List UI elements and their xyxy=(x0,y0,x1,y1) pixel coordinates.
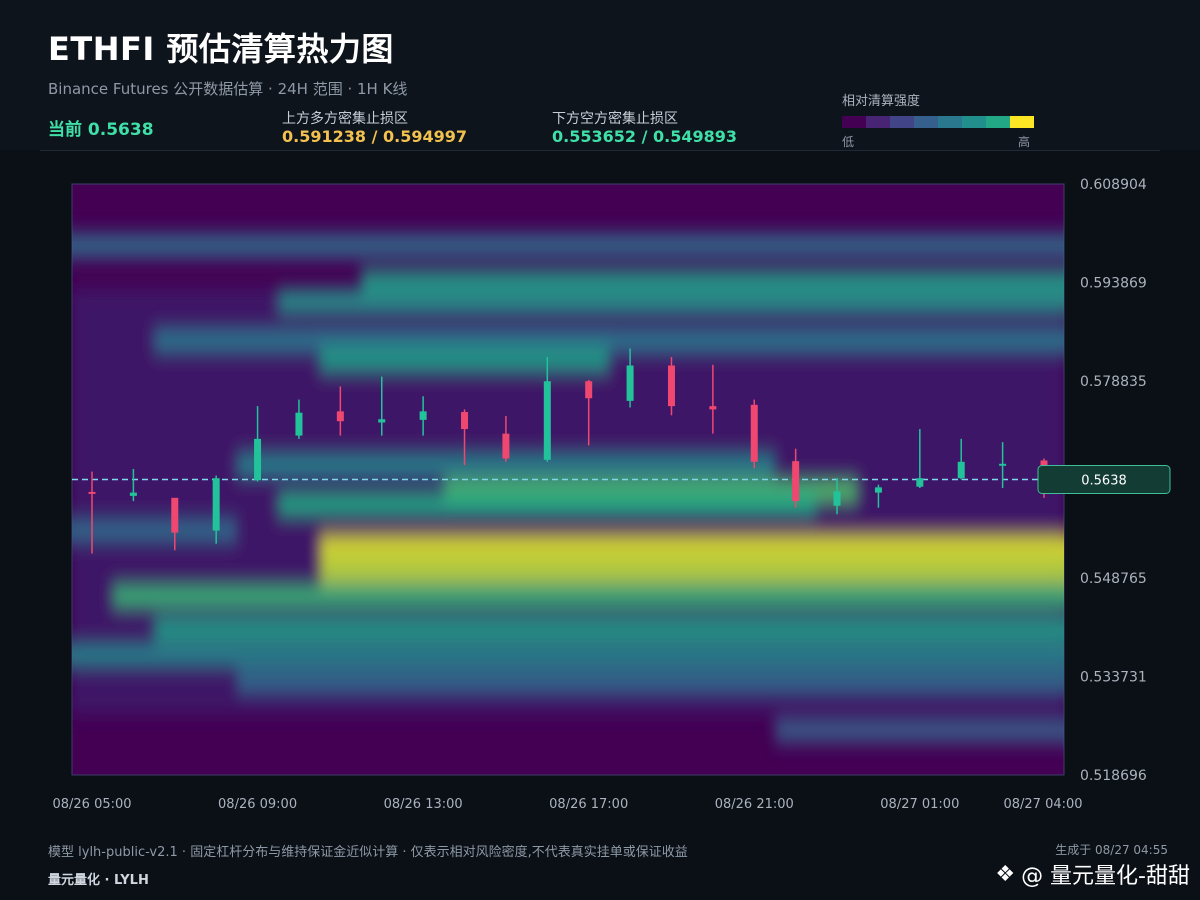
candle-body xyxy=(585,381,593,399)
candle-body xyxy=(626,365,634,401)
footer-brand: 量元量化 · LYLH xyxy=(48,873,149,888)
candle-body xyxy=(502,433,510,459)
candle-body xyxy=(543,381,551,460)
candle-body xyxy=(336,411,344,422)
heat-band xyxy=(236,668,1064,694)
candle-body xyxy=(709,406,717,410)
footer-disclaimer: 模型 lylh-public-v2.1 · 固定杠杆分布与维持保证金近似计算 ·… xyxy=(48,845,688,860)
candle-body xyxy=(792,461,800,502)
candle-body xyxy=(957,461,965,479)
heat-band xyxy=(774,718,1064,743)
heat-band xyxy=(319,534,1064,559)
candle-body xyxy=(212,478,220,531)
x-tick-label: 08/26 13:00 xyxy=(384,797,463,812)
heat-band xyxy=(319,558,1064,583)
binance-logo-icon: ❖ xyxy=(995,861,1016,887)
x-tick-label: 08/27 01:00 xyxy=(880,797,959,812)
candle-body xyxy=(916,478,924,487)
candle-body xyxy=(667,365,675,407)
current-price-tag: 0.5638 xyxy=(1037,465,1171,494)
x-tick-label: 08/26 21:00 xyxy=(715,797,794,812)
candle-body xyxy=(999,463,1007,466)
candle-body xyxy=(874,487,882,493)
y-tick-label: 0.593869 xyxy=(1080,276,1147,292)
x-tick-label: 08/26 05:00 xyxy=(52,797,131,812)
y-tick-label: 0.518696 xyxy=(1080,768,1147,784)
candle-body xyxy=(171,497,179,533)
candle-body xyxy=(295,412,303,436)
heat-band xyxy=(72,233,1064,258)
liquidation-heatmap-chart: 0.608904 0.593869 0.578835 0.548765 0.533731… xyxy=(52,177,1171,812)
candle-body xyxy=(833,491,841,506)
heat-band xyxy=(154,616,1064,642)
heat-band xyxy=(154,328,1064,353)
generated-time: 生成于 08/27 04:55 xyxy=(1055,843,1168,857)
candle-body xyxy=(750,404,758,462)
x-tick-label: 08/26 09:00 xyxy=(218,797,297,812)
x-tick-label: 08/26 17:00 xyxy=(549,797,628,812)
watermark-text: @ 量元量化-甜甜 xyxy=(1021,864,1190,889)
candle-body xyxy=(419,411,427,420)
y-tick-label: 0.533731 xyxy=(1080,669,1147,685)
candle-body xyxy=(378,419,386,423)
candle-body xyxy=(129,492,137,496)
y-tick-label: 0.608904 xyxy=(1080,177,1147,193)
heat-band xyxy=(112,583,1064,609)
heat-band xyxy=(319,347,610,373)
heat-band xyxy=(278,492,817,517)
heat-band xyxy=(72,642,1064,668)
heat-band xyxy=(278,288,1064,314)
price-tag-label: 0.5638 xyxy=(1081,474,1127,489)
candle-body xyxy=(461,412,469,430)
y-tick-label: 0.578835 xyxy=(1080,374,1147,390)
x-tick-label: 08/27 04:00 xyxy=(1003,797,1082,812)
candle-body xyxy=(88,491,96,494)
y-tick-label: 0.548765 xyxy=(1080,571,1147,587)
candle xyxy=(750,399,758,469)
heat-band xyxy=(72,518,237,543)
candle-body xyxy=(254,438,262,481)
heat-layer xyxy=(72,233,1064,743)
watermark: ❖ @ 量元量化-甜甜 xyxy=(995,858,1190,890)
